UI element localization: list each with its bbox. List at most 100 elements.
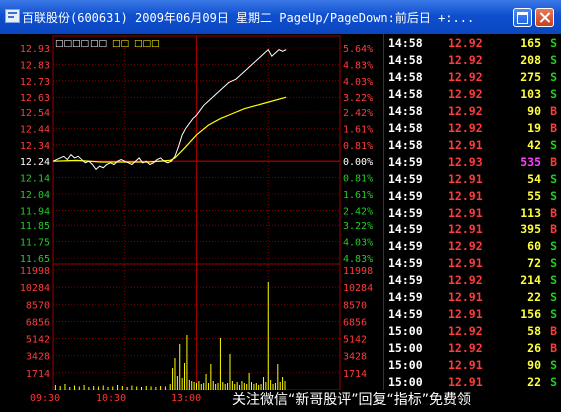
pct-tick-label: 1.61% <box>343 190 373 201</box>
trade-price: 12.91 <box>448 188 483 203</box>
trade-volume: 58 <box>527 324 541 339</box>
trade-row[interactable]: 14:59 12.91 55 S <box>384 187 561 204</box>
trade-volume: 103 <box>520 86 541 101</box>
vol-tick-label-right: 8570 <box>343 300 367 311</box>
trade-price: 12.91 <box>448 205 483 220</box>
trade-row[interactable]: 14:58 12.92 275 S <box>384 68 561 85</box>
trade-volume: 165 <box>520 36 541 50</box>
trade-time: 15:00 <box>388 324 423 339</box>
vol-tick-label-right: 5142 <box>343 335 367 346</box>
price-tick-label: 12.14 <box>20 174 50 185</box>
trade-list[interactable]: 14:58 12.92 165 S 14:58 12.92 208 S 14:58 12.92 27… <box>384 34 561 390</box>
trade-direction: S <box>550 69 557 84</box>
price-line <box>52 48 287 171</box>
pct-tick-label: 0.00% <box>343 157 373 168</box>
trade-direction: S <box>550 307 557 322</box>
trade-row[interactable]: 14:59 12.91 156 S <box>384 305 561 322</box>
trade-row[interactable]: 14:59 12.93 535 B <box>384 153 561 170</box>
pct-tick-label: 4.03% <box>343 77 373 88</box>
x-label-0930: 09:30 <box>30 393 61 404</box>
trade-row[interactable]: 14:58 12.92 165 S <box>384 34 561 51</box>
trade-time: 14:58 <box>388 69 423 84</box>
trade-volume: 22 <box>527 375 541 389</box>
trade-time: 14:58 <box>388 86 423 101</box>
trade-direction: S <box>550 52 557 67</box>
trade-price: 12.92 <box>448 86 483 101</box>
trade-time: 14:58 <box>388 103 423 118</box>
trade-row[interactable]: 14:59 12.91 72 S <box>384 254 561 271</box>
trade-row[interactable]: 15:00 12.91 22 S <box>384 373 561 390</box>
trade-price: 12.93 <box>448 154 483 169</box>
trade-direction: S <box>550 86 557 101</box>
window-title: 百联股份(600631) 2009年06月09日 星期二 PageUp/Page… <box>22 11 475 25</box>
legend-box: □□ <box>90 39 107 49</box>
vol-tick-label: 5142 <box>26 335 50 346</box>
trade-price: 12.91 <box>448 171 483 186</box>
vol-tick-label-right: 6856 <box>343 317 367 328</box>
price-tick-label: 12.24 <box>20 157 50 168</box>
trade-row[interactable]: 15:00 12.92 26 B <box>384 339 561 356</box>
trade-price: 12.92 <box>448 103 483 118</box>
trade-direction: S <box>550 137 557 152</box>
vol-tick-label: 11998 <box>20 266 50 277</box>
x-label-1030: 10:30 <box>96 393 127 404</box>
trade-volume: 42 <box>527 137 541 152</box>
trade-price: 12.91 <box>448 375 483 389</box>
trade-price: 12.91 <box>448 307 483 322</box>
trade-row[interactable]: 14:58 12.92 90 B <box>384 102 561 119</box>
trade-row[interactable]: 14:59 12.92 60 S <box>384 237 561 254</box>
pct-tick-label: 0.81% <box>343 174 373 185</box>
trade-direction: S <box>550 36 557 50</box>
trade-volume: 113 <box>520 205 541 220</box>
trade-direction: B <box>550 205 557 220</box>
trade-row[interactable]: 14:58 12.92 19 B <box>384 119 561 136</box>
trade-price: 12.92 <box>448 36 483 50</box>
intraday-chart[interactable]: 12.93 5.64% 12.83 4.83% 12.73 4.03% 12.63 3.22%… <box>0 34 384 390</box>
x-label-1300: 13:00 <box>171 393 202 404</box>
trade-direction: S <box>550 290 557 305</box>
vol-tick-label-right: 11998 <box>343 266 373 277</box>
trade-price: 12.92 <box>448 239 483 254</box>
trade-price: 12.92 <box>448 273 483 288</box>
trade-time: 14:59 <box>388 154 423 169</box>
trade-row[interactable]: 14:59 12.91 395 B <box>384 220 561 237</box>
trade-volume: 26 <box>527 341 541 356</box>
pct-tick-label: 3.22% <box>343 93 373 104</box>
trade-row[interactable]: 15:00 12.91 90 S <box>384 356 561 373</box>
trade-time: 15:00 <box>388 341 423 356</box>
trade-time: 14:58 <box>388 120 423 135</box>
maximize-button[interactable] <box>513 8 532 27</box>
price-tick-label: 12.93 <box>20 44 50 55</box>
trade-time: 14:59 <box>388 307 423 322</box>
close-button[interactable] <box>535 8 554 27</box>
trade-direction: S <box>550 375 557 389</box>
vol-tick-label-right: 1714 <box>343 369 367 380</box>
trade-volume: 72 <box>527 256 541 271</box>
trade-row[interactable]: 14:59 12.91 113 B <box>384 204 561 221</box>
trade-direction: S <box>550 273 557 288</box>
pct-tick-label: 2.42% <box>343 206 373 217</box>
trade-row[interactable]: 14:59 12.92 214 S <box>384 271 561 288</box>
trade-row[interactable]: 14:59 12.91 54 S <box>384 170 561 187</box>
trade-time: 14:59 <box>388 239 423 254</box>
trade-price: 12.92 <box>448 69 483 84</box>
vol-tick-label: 8570 <box>26 300 50 311</box>
trade-direction: S <box>550 358 557 373</box>
trade-time: 14:58 <box>388 52 423 67</box>
pct-tick-label: 4.83% <box>343 60 373 71</box>
trade-time: 14:58 <box>388 137 423 152</box>
price-tick-label: 12.44 <box>20 124 50 135</box>
trade-row[interactable]: 14:58 12.91 42 S <box>384 136 561 153</box>
trade-price: 12.91 <box>448 222 483 237</box>
trade-row[interactable]: 14:58 12.92 103 S <box>384 85 561 102</box>
trade-row[interactable]: 14:59 12.91 22 S <box>384 288 561 305</box>
price-tick-label: 11.75 <box>20 238 50 249</box>
trade-volume: 275 <box>520 69 541 84</box>
trade-volume: 208 <box>520 52 541 67</box>
trade-volume: 395 <box>520 222 541 237</box>
trade-row[interactable]: 14:58 12.92 208 S <box>384 51 561 68</box>
legend-box: □□□□ <box>55 39 89 49</box>
price-tick-label: 11.85 <box>20 221 50 232</box>
trade-row[interactable]: 15:00 12.92 58 B <box>384 322 561 339</box>
pct-tick-label: 5.64% <box>343 44 373 55</box>
